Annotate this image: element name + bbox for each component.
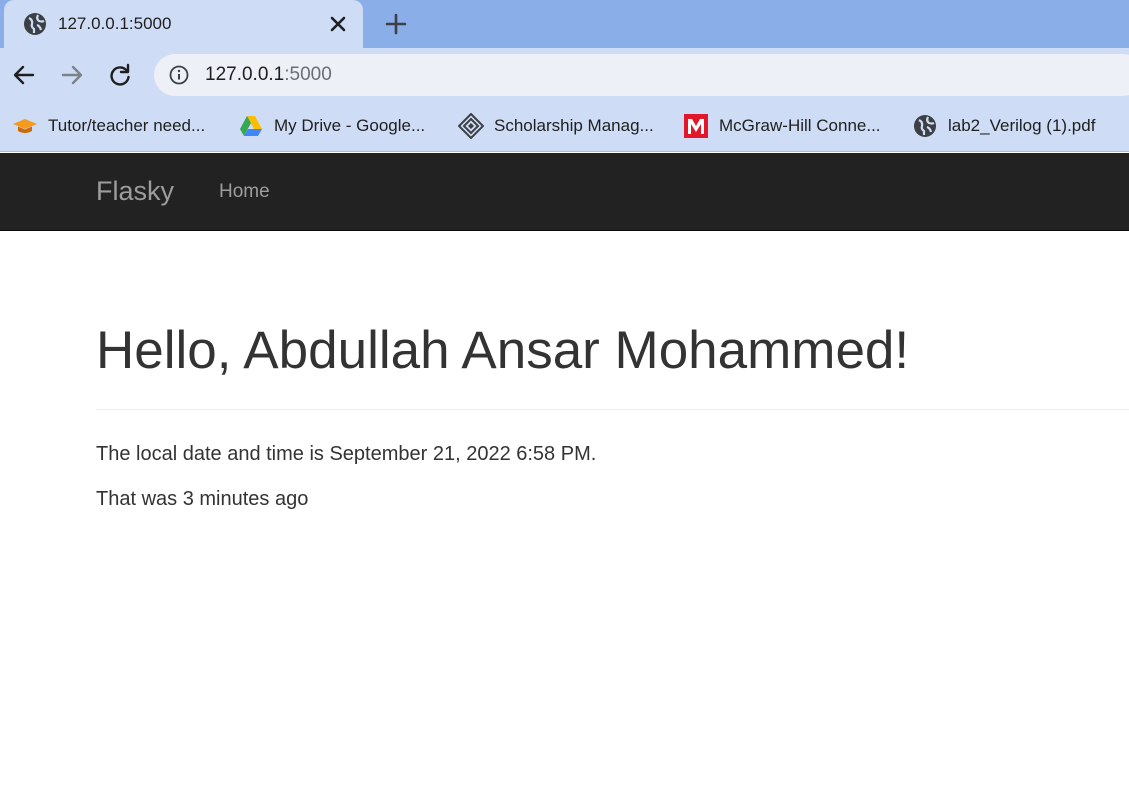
reload-icon <box>110 63 130 86</box>
bookmark-label: McGraw-Hill Conne... <box>719 116 881 135</box>
back-button[interactable] <box>11 62 37 88</box>
arrow-left-icon <box>13 65 35 85</box>
mcgraw-hill-icon <box>683 113 709 139</box>
browser-toolbar: 127.0.0.1:5000 <box>0 48 1129 102</box>
tab-title: 127.0.0.1:5000 <box>58 14 172 33</box>
plus-icon <box>385 13 407 35</box>
browser-tab-active[interactable]: 127.0.0.1:5000 <box>4 0 363 48</box>
browser-tabstrip: 127.0.0.1:5000 <box>0 0 1129 48</box>
navbar-brand[interactable]: Flasky <box>96 176 174 207</box>
address-bar[interactable]: 127.0.0.1:5000 <box>154 54 1129 96</box>
reload-button[interactable] <box>107 62 133 88</box>
bookmark-tutor[interactable]: Tutor/teacher need... <box>12 112 205 140</box>
bookmark-mcgraw-hill[interactable]: McGraw-Hill Conne... <box>683 112 881 140</box>
diamond-icon <box>457 112 485 140</box>
url-port: :5000 <box>284 64 332 85</box>
info-icon[interactable] <box>168 64 190 86</box>
page-header: Hello, Abdullah Ansar Mohammed! <box>96 319 1129 410</box>
google-drive-icon <box>238 113 264 139</box>
bookmark-label: lab2_Verilog (1).pdf <box>948 116 1096 135</box>
arrow-right-icon <box>61 65 83 85</box>
bookmarks-bar: Tutor/teacher need... My Drive - Google.… <box>0 102 1129 152</box>
local-datetime-text: The local date and time is September 21,… <box>96 443 597 465</box>
bookmark-lab2-verilog[interactable]: lab2_Verilog (1).pdf <box>912 112 1095 140</box>
bookmark-label: Scholarship Manag... <box>494 116 654 135</box>
forward-button[interactable] <box>59 62 85 88</box>
close-icon[interactable] <box>326 12 350 36</box>
bookmark-scholarship[interactable]: Scholarship Manag... <box>457 112 654 140</box>
bookmark-label: My Drive - Google... <box>274 116 426 135</box>
page-title: Hello, Abdullah Ansar Mohammed! <box>96 321 910 380</box>
new-tab-button[interactable] <box>382 10 410 38</box>
site-navbar: Flasky Home <box>0 153 1129 231</box>
relative-time-text: That was 3 minutes ago <box>96 488 309 510</box>
bookmark-my-drive[interactable]: My Drive - Google... <box>238 112 425 140</box>
url-host: 127.0.0.1 <box>205 64 285 85</box>
globe-icon <box>912 113 938 139</box>
bookmark-label: Tutor/teacher need... <box>48 116 206 135</box>
url-text[interactable]: 127.0.0.1:5000 <box>205 64 332 86</box>
graduation-cap-icon <box>12 113 38 139</box>
globe-icon <box>22 11 48 37</box>
nav-link-home[interactable]: Home <box>219 181 270 203</box>
